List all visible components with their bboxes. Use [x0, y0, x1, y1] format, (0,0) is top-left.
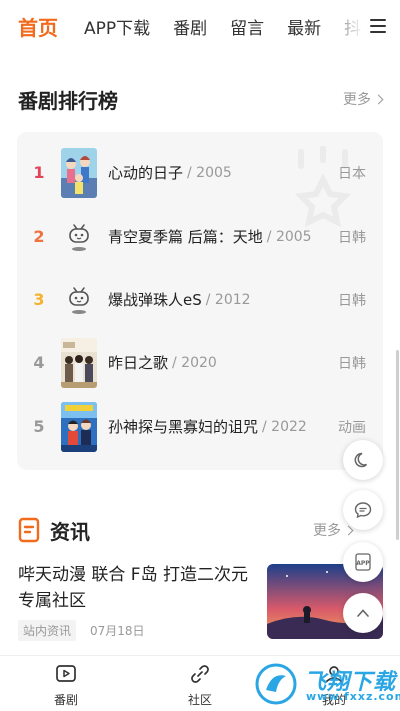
- chat-button[interactable]: [343, 490, 383, 530]
- ranking-title: 番剧排行榜: [18, 88, 118, 113]
- watermark-logo-icon: [255, 663, 297, 705]
- placeholder-tv-icon[interactable]: [61, 212, 97, 262]
- anime-year: / 2005: [266, 228, 312, 245]
- anime-region: 日韩: [338, 355, 366, 372]
- tab-anime[interactable]: 番剧: [173, 14, 207, 39]
- news-date: 07月18日: [90, 624, 145, 638]
- bottom-nav-label: 社区: [187, 693, 212, 707]
- anime-title: 昨日之歌: [108, 354, 169, 372]
- moon-icon: [354, 452, 368, 468]
- news-header: 资讯 更多: [18, 515, 382, 545]
- night-mode-button[interactable]: [343, 440, 383, 480]
- bottom-nav-label: 番剧: [53, 693, 78, 707]
- tab-comments[interactable]: 留言: [230, 14, 264, 39]
- play-icon: [56, 665, 76, 682]
- anime-year: / 2022: [262, 418, 307, 435]
- rank-number: 5: [33, 417, 45, 436]
- news-meta: 站内资讯 07月18日: [18, 620, 145, 641]
- news-more-link[interactable]: 更多: [313, 520, 354, 540]
- chevron-up-icon: [357, 609, 369, 617]
- placeholder-tv-icon[interactable]: [61, 275, 97, 325]
- app-icon: APP: [355, 553, 371, 571]
- rank-row[interactable]: 3 爆战弹珠人eS / 2012 日韩: [17, 268, 383, 331]
- hamburger-icon[interactable]: [370, 19, 386, 33]
- chevron-right-icon: [373, 94, 384, 104]
- link-icon: [191, 665, 209, 683]
- rank-number: 3: [33, 290, 45, 309]
- watermark: 飞翔下载 www.fxxz.com: [254, 662, 400, 706]
- anime-title: 心动的日子: [108, 164, 184, 182]
- rank-number: 1: [33, 163, 45, 182]
- anime-region: 动画: [338, 419, 366, 436]
- ranking-header: 番剧排行榜 更多: [18, 84, 384, 114]
- anime-cover[interactable]: [61, 401, 97, 452]
- anime-cover[interactable]: [61, 337, 97, 388]
- chat-bubble-icon: [354, 502, 372, 519]
- rank-row[interactable]: 4 昨日之歌 / 2020 日韩: [17, 331, 383, 394]
- rank-number: 2: [33, 227, 45, 246]
- top-nav: 首页 APP下载 番剧 留言 最新 抖: [0, 0, 400, 52]
- anime-cover[interactable]: [61, 147, 97, 198]
- rank-row[interactable]: 1 心动的日子 / 2005 日本: [17, 141, 383, 204]
- tab-latest[interactable]: 最新: [287, 14, 321, 39]
- anime-title: 爆战弹珠人eS: [108, 291, 202, 309]
- anime-title: 孙神探与黑寡妇的诅咒: [108, 418, 259, 436]
- anime-title: 青空夏季篇 后篇：天地: [108, 228, 263, 246]
- bottom-nav-community[interactable]: 社区: [170, 664, 230, 708]
- rank-number: 4: [33, 353, 45, 372]
- tab-home[interactable]: 首页: [18, 12, 58, 41]
- ranking-more-link[interactable]: 更多: [343, 89, 384, 109]
- news-headline[interactable]: 哔天动漫 联合 F岛 打造二次元专属社区: [18, 562, 258, 614]
- anime-year: / 2012: [205, 291, 251, 308]
- bottom-nav-anime[interactable]: 番剧: [36, 664, 96, 708]
- svg-text:APP: APP: [356, 560, 370, 567]
- tab-app-download[interactable]: APP下载: [84, 14, 150, 39]
- watermark-url: www.fxxz.com: [306, 690, 400, 703]
- anime-region: 日本: [338, 165, 366, 182]
- ranking-list: 1 心动的日子 / 2005 日本 2 青空夏季篇 后篇：天地 / 2005 日…: [17, 132, 383, 470]
- back-to-top-button[interactable]: [343, 593, 383, 633]
- rank-row[interactable]: 5 孙神探与黑寡妇的诅咒 / 2022 动画: [17, 395, 383, 458]
- anime-region: 日韩: [338, 229, 366, 246]
- more-label: 更多: [313, 523, 341, 539]
- more-label: 更多: [343, 92, 371, 108]
- anime-region: 日韩: [338, 292, 366, 309]
- news-tag: 站内资讯: [18, 620, 77, 641]
- news-title: 资讯: [50, 519, 90, 544]
- document-icon: [18, 517, 40, 543]
- app-download-button[interactable]: APP: [343, 542, 383, 582]
- anime-year: / 2005: [187, 164, 232, 181]
- scrollbar[interactable]: [396, 350, 399, 540]
- rank-row[interactable]: 2 青空夏季篇 后篇：天地 / 2005 日韩: [17, 205, 383, 268]
- anime-year: / 2020: [172, 354, 217, 371]
- tab-fade: [342, 0, 364, 52]
